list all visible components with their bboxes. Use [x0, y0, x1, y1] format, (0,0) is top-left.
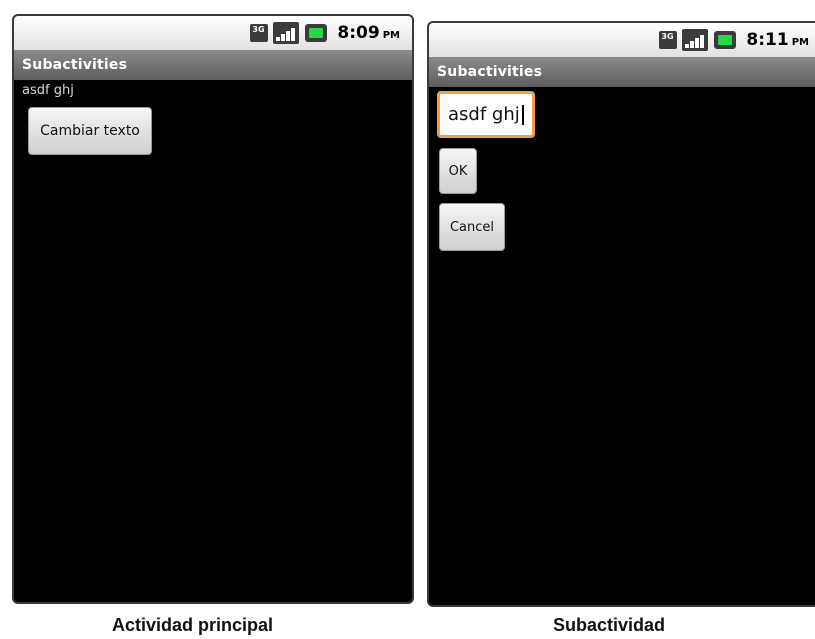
clock: 8:11 PM — [746, 30, 809, 50]
signal-icon — [682, 29, 709, 51]
ok-button[interactable]: OK — [439, 148, 477, 194]
text-label: asdf ghj — [22, 83, 74, 98]
clock: 8:09 PM — [337, 23, 400, 43]
change-text-button[interactable]: Cambiar texto — [28, 107, 152, 155]
phone-subactivity: 8:11PM Subactivities asdf ghj OK Cancel — [427, 21, 815, 607]
app-title: Subactivities — [22, 57, 128, 73]
caption-subactivity: Subactividad — [553, 615, 666, 635]
status-bar: 8:11PM — [429, 23, 815, 57]
caption-main-activity: Actividad principal — [112, 615, 274, 635]
text-cursor — [521, 104, 524, 125]
edit-value: asdf ghj — [448, 104, 520, 125]
cancel-button[interactable]: Cancel — [439, 203, 505, 251]
text-edit-field[interactable]: asdf ghj — [437, 91, 535, 138]
3g-icon — [659, 31, 678, 49]
battery-icon — [714, 31, 737, 49]
app-title: Subactivities — [437, 64, 543, 80]
phone-main-activity: 8:09PM Subactivities asdf ghj Cambiar te… — [12, 14, 414, 604]
app-title-bar: Subactivities — [14, 50, 412, 80]
3g-icon — [250, 24, 269, 42]
status-bar: 8:09PM — [14, 16, 412, 50]
battery-icon — [305, 24, 328, 42]
app-title-bar: Subactivities — [429, 57, 815, 87]
signal-icon — [273, 22, 300, 44]
